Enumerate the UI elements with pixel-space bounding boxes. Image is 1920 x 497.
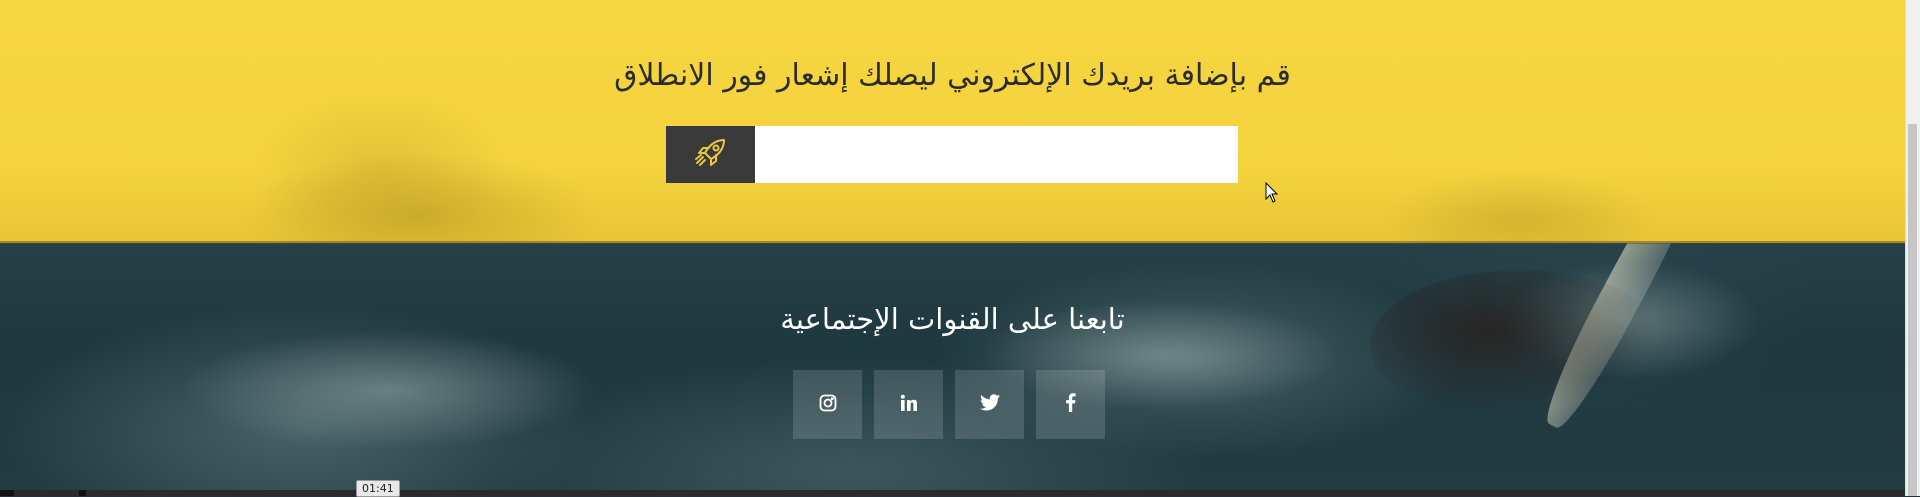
video-time-tooltip: 01:41 [356,480,400,497]
subscribe-button[interactable] [666,126,755,183]
twitter-icon [979,394,1000,415]
newsletter-band [0,0,1905,243]
rocket-icon [691,133,731,176]
social-title: تابعنا على القنوات الإجتماعية [780,302,1125,336]
subscribe-form [666,126,1238,183]
facebook-link[interactable] [1036,370,1105,439]
surfer [1370,270,1670,420]
wave-crest [180,330,600,450]
newsletter-title: قم بإضافة بريدك الإلكتروني ليصلك إشعار ف… [614,58,1291,93]
social-links [793,370,1105,439]
linkedin-link[interactable] [874,370,943,439]
video-bar-segment [14,490,79,496]
email-field[interactable] [755,126,1238,183]
twitter-link[interactable] [955,370,1024,439]
instagram-link[interactable] [793,370,862,439]
linkedin-icon [900,394,918,416]
scrollbar-thumb[interactable] [1908,124,1917,496]
band-divider [0,241,1905,244]
mouse-pointer [1265,181,1279,208]
instagram-icon [819,394,837,416]
facebook-icon [1065,393,1076,416]
video-progress-bar[interactable] [0,490,1905,496]
